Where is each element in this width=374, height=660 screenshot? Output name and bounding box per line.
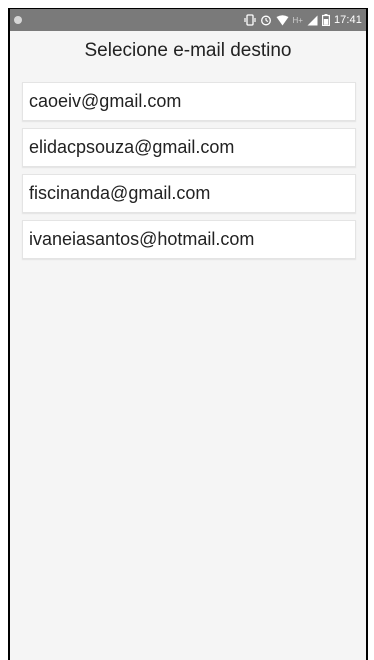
email-item-fiscinanda[interactable]: fiscinanda@gmail.com — [22, 174, 356, 213]
status-icons: H+ 17:41 — [243, 14, 362, 26]
email-item-ivaneiasantos[interactable]: ivaneiasantos@hotmail.com — [22, 220, 356, 259]
wifi-icon — [276, 14, 289, 26]
hplus-signal-icon: H+ — [292, 15, 303, 25]
device-screenshot: H+ 17:41 Selecione e-mail destino caoeiv… — [0, 0, 374, 660]
email-item-caoeiv[interactable]: caoeiv@gmail.com — [22, 82, 356, 121]
status-time: 17:41 — [333, 14, 362, 26]
header: Selecione e-mail destino — [10, 31, 366, 69]
alarm-icon — [260, 14, 272, 26]
email-item-label: elidacpsouza@gmail.com — [29, 137, 235, 157]
notification-dot-icon — [14, 16, 22, 24]
status-bar: H+ 17:41 — [10, 9, 366, 31]
email-list: caoeiv@gmail.com elidacpsouza@gmail.com … — [10, 82, 366, 259]
email-item-elidacpsouza[interactable]: elidacpsouza@gmail.com — [22, 128, 356, 167]
email-item-label: caoeiv@gmail.com — [29, 91, 182, 111]
cell-signal-icon — [307, 15, 318, 26]
page-title: Selecione e-mail destino — [84, 40, 292, 61]
status-left — [14, 16, 22, 24]
email-item-label: fiscinanda@gmail.com — [29, 183, 211, 203]
screen: H+ 17:41 Selecione e-mail destino caoeiv… — [8, 8, 368, 660]
battery-icon — [321, 14, 330, 26]
email-item-label: ivaneiasantos@hotmail.com — [29, 229, 255, 249]
vibrate-icon — [243, 14, 256, 26]
